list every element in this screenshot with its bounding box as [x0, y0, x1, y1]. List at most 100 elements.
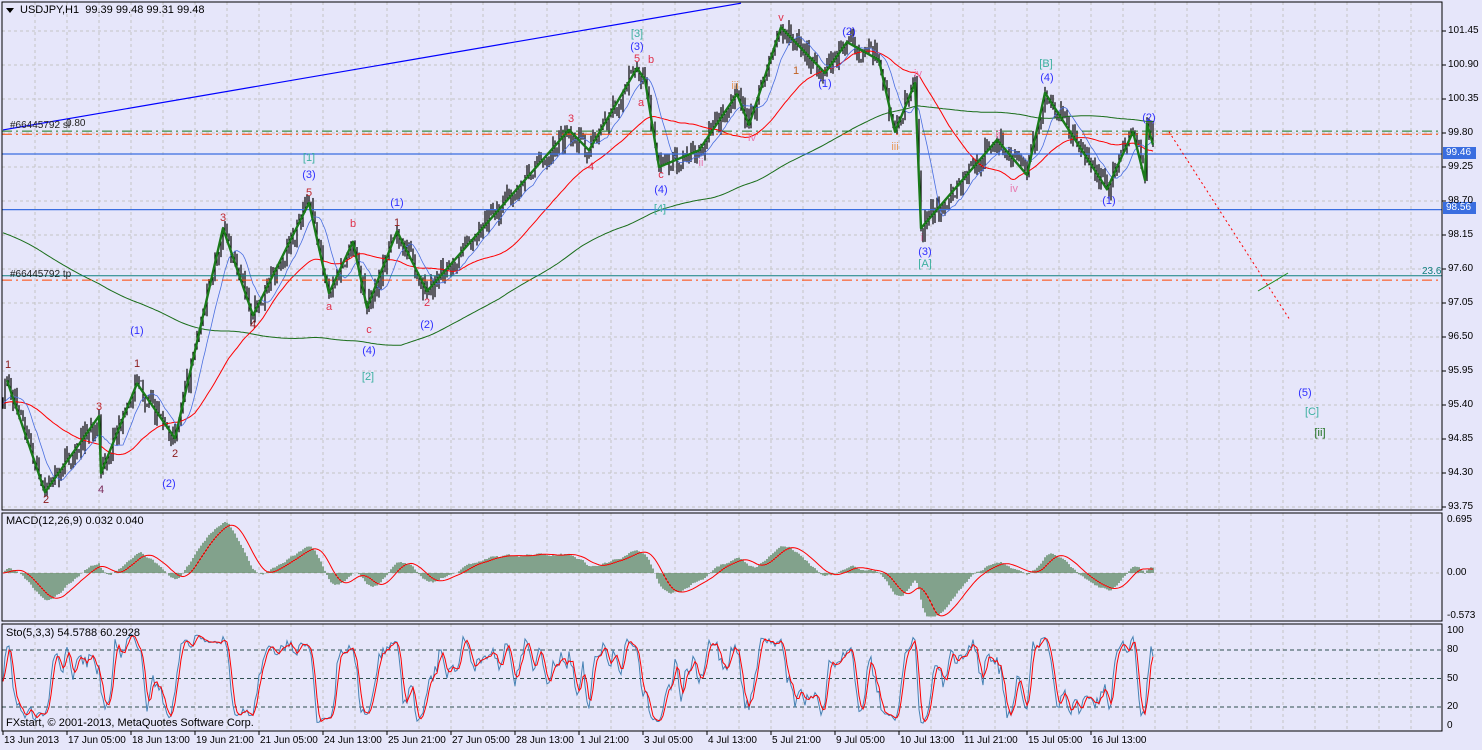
- wave-label[interactable]: (4): [362, 345, 375, 357]
- ma-mid-line: [2, 50, 1154, 456]
- time-axis-label: 18 Jun 13:00: [132, 735, 190, 746]
- price-badge-99-46: 99.46: [1443, 147, 1476, 159]
- price-axis-label: 98.15: [1448, 229, 1474, 240]
- price-axis-label: 95.95: [1448, 365, 1474, 376]
- time-axis-label: 4 Jul 13:00: [708, 735, 757, 746]
- wave-label[interactable]: (1): [130, 325, 143, 337]
- time-axis-label: 13 Jun 2013: [4, 735, 60, 746]
- sl-fibo-label: 0.80: [66, 118, 86, 129]
- wave-label[interactable]: 4: [588, 161, 594, 173]
- wave-label[interactable]: (2): [842, 26, 855, 38]
- fibo-level-label: 23.6: [1422, 266, 1442, 277]
- time-axis-label: 5 Jul 21:00: [772, 735, 821, 746]
- price-axis-label: 94.30: [1448, 467, 1474, 478]
- time-axis-label: 21 Jun 05:00: [260, 735, 318, 746]
- price-axis-label: 100.35: [1448, 93, 1479, 104]
- wave-label[interactable]: [2]: [362, 371, 374, 383]
- wave-label[interactable]: iii: [731, 80, 738, 92]
- wave-label[interactable]: 2: [172, 448, 178, 460]
- wave-label[interactable]: 1: [394, 217, 400, 229]
- wave-label[interactable]: ii: [699, 157, 704, 169]
- ma-fast-line: [2, 36, 1154, 481]
- wave-label[interactable]: (3): [918, 246, 931, 258]
- wave-label[interactable]: 4: [250, 319, 256, 331]
- wave-label[interactable]: [1]: [303, 152, 315, 164]
- price-axis-label: 96.50: [1448, 331, 1474, 342]
- time-axis-label: 3 Jul 05:00: [644, 735, 693, 746]
- wave-label[interactable]: [C]: [1305, 406, 1319, 418]
- wave-label[interactable]: (4): [654, 184, 667, 196]
- wave-label[interactable]: 3: [96, 401, 102, 413]
- wave-label[interactable]: 4: [98, 484, 104, 496]
- wave-label[interactable]: (5): [1298, 387, 1311, 399]
- wave-label[interactable]: 3: [220, 212, 226, 224]
- wave-label[interactable]: ii: [996, 129, 1001, 141]
- wave-label[interactable]: [4]: [654, 203, 666, 215]
- time-axis-label: 25 Jun 21:00: [388, 735, 446, 746]
- price-axis-label: 100.90: [1448, 59, 1479, 70]
- macd-axis-label: -0.573: [1447, 610, 1476, 621]
- macd-histogram: [4, 521, 1154, 617]
- time-axis-label: 11 Jul 21:00: [964, 735, 1018, 746]
- wave-label[interactable]: iv: [914, 68, 922, 80]
- wave-label[interactable]: 3: [568, 113, 574, 125]
- wave-label[interactable]: c: [658, 169, 664, 181]
- wave-label[interactable]: a: [326, 301, 332, 313]
- wave-label[interactable]: (3): [630, 41, 643, 53]
- time-axis-label: 10 Jul 13:00: [900, 735, 955, 746]
- wave-label[interactable]: [3]: [631, 28, 643, 40]
- panel-border: [1, 623, 1443, 732]
- wave-label[interactable]: (2): [162, 478, 175, 490]
- wave-label[interactable]: iv: [748, 132, 756, 144]
- wave-label[interactable]: b: [648, 54, 654, 66]
- wave-label[interactable]: 2: [43, 494, 49, 506]
- stochastic-axis-label: 80: [1447, 644, 1459, 655]
- time-axis-label: 17 Jun 05:00: [68, 735, 126, 746]
- stochastic-axis-label: 20: [1447, 701, 1459, 712]
- price-axis-label: 93.75: [1448, 501, 1474, 512]
- wave-label[interactable]: [A]: [918, 258, 931, 270]
- wave-label[interactable]: (1): [1102, 195, 1115, 207]
- wave-label[interactable]: b: [350, 218, 356, 230]
- zigzag-line: [5, 26, 1155, 494]
- wave-label[interactable]: 5: [306, 187, 312, 199]
- wave-label[interactable]: 2: [424, 297, 430, 309]
- chart-canvas[interactable]: [0, 0, 1482, 750]
- stochastic-axis-label: 0: [1447, 720, 1453, 731]
- wave-label[interactable]: (4): [1040, 72, 1053, 84]
- ma-slow-line: [2, 105, 1154, 346]
- time-axis-label: 9 Jul 05:00: [836, 735, 885, 746]
- wave-label[interactable]: iv: [1010, 183, 1018, 195]
- price-axis-label: 97.05: [1448, 297, 1474, 308]
- wave-label[interactable]: (2): [1142, 112, 1155, 124]
- time-axis-label: 19 Jun 21:00: [196, 735, 254, 746]
- wave-label[interactable]: 1: [793, 65, 799, 77]
- wave-label[interactable]: iii: [891, 141, 898, 153]
- panel-border: [1, 1, 1443, 511]
- wave-label[interactable]: i: [921, 232, 923, 244]
- wave-label[interactable]: [ii]: [1315, 427, 1326, 439]
- sl-order-label[interactable]: #66445792 sl: [10, 120, 70, 131]
- wave-label[interactable]: 5: [634, 53, 640, 65]
- price-axis-label: 98.70: [1448, 195, 1474, 206]
- wave-label[interactable]: (1): [818, 78, 831, 90]
- dropdown-triangle-icon[interactable]: [6, 7, 14, 13]
- wave-label[interactable]: 1: [134, 358, 140, 370]
- wave-label[interactable]: [B]: [1039, 58, 1052, 70]
- wave-label[interactable]: (2): [420, 319, 433, 331]
- wave-label[interactable]: (1): [390, 197, 403, 209]
- time-axis-label: 28 Jun 13:00: [516, 735, 574, 746]
- wave-label[interactable]: a: [638, 97, 644, 109]
- symbol-label: USDJPY,H1: [20, 4, 80, 16]
- wave-label[interactable]: 1: [5, 359, 11, 371]
- time-axis-label: 1 Jul 21:00: [580, 735, 629, 746]
- stochastic-header: Sto(5,3,3) 54.5788 60.2928: [6, 627, 140, 639]
- wave-label[interactable]: c: [366, 324, 372, 336]
- price-axis-label: 97.60: [1448, 263, 1474, 274]
- stochastic-axis-label: 50: [1447, 672, 1459, 684]
- wave-label[interactable]: (3): [302, 169, 315, 181]
- tp-order-label[interactable]: #66445792 tp: [10, 269, 71, 280]
- wave-label[interactable]: v: [778, 12, 784, 24]
- price-axis-label: 94.85: [1448, 433, 1474, 444]
- time-axis-label: 27 Jun 05:00: [452, 735, 510, 746]
